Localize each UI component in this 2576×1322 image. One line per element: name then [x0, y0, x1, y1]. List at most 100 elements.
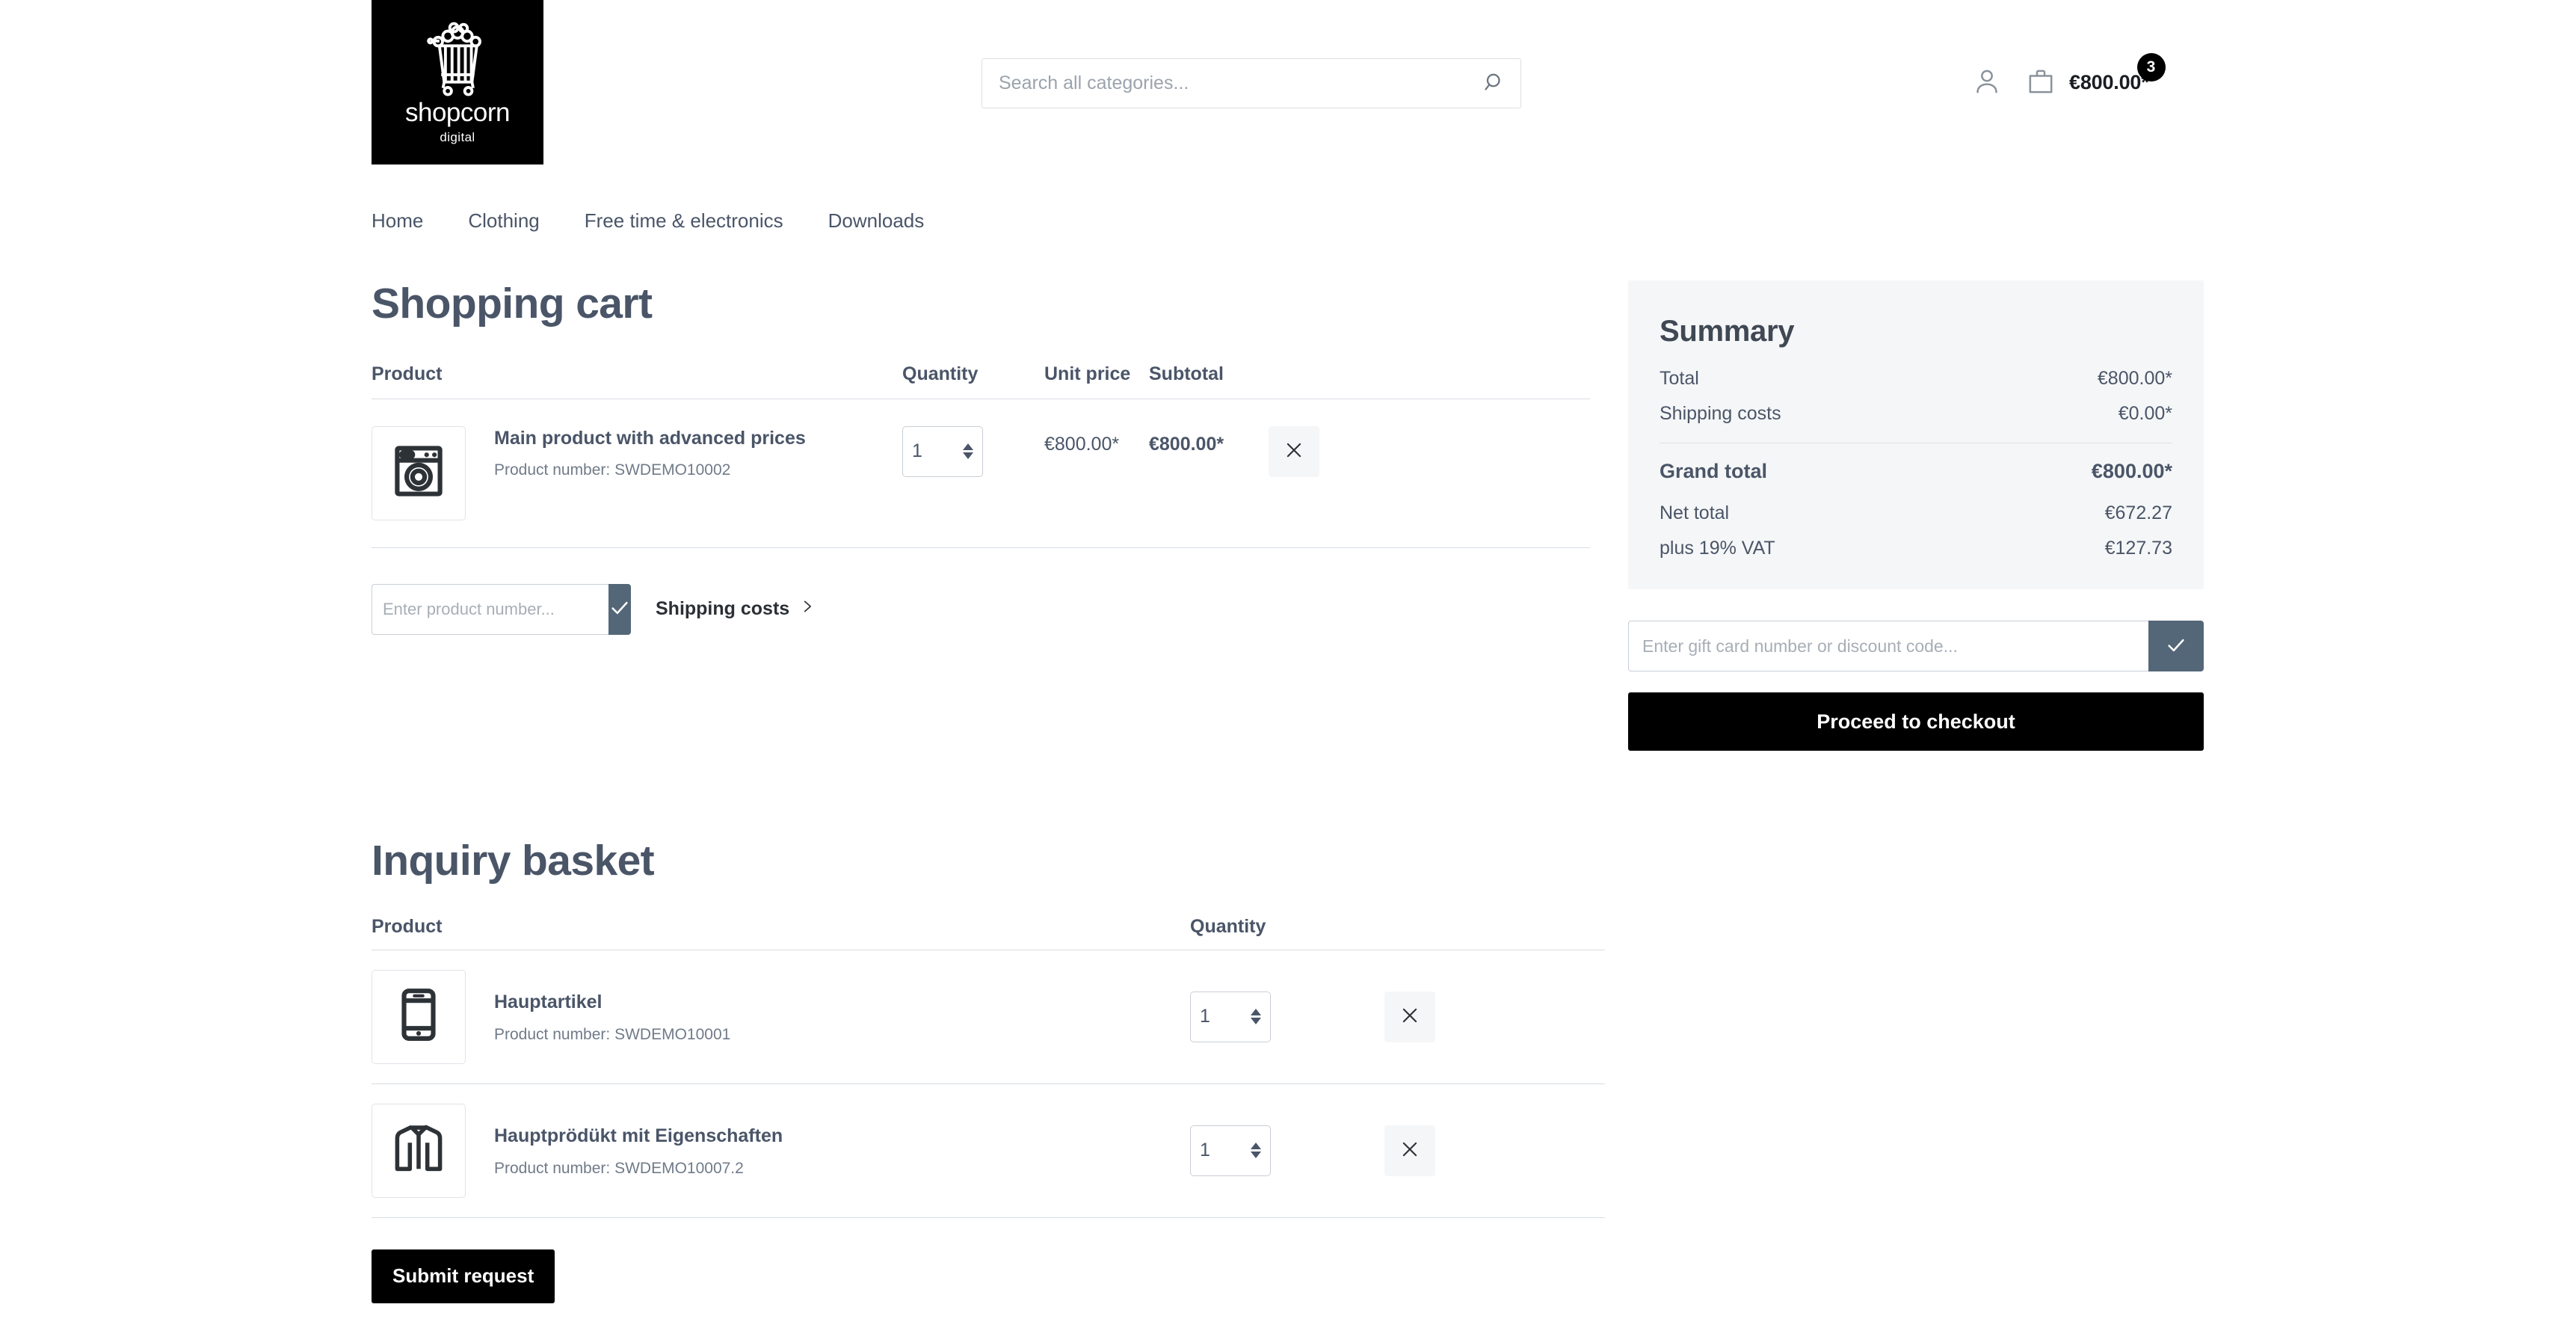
- close-icon: [1283, 439, 1305, 464]
- header-actions: €800.00* 3: [1972, 52, 2166, 106]
- shopping-cart-page: shopcorn digital Search all categories..…: [0, 0, 2576, 1322]
- proceed-to-checkout-button[interactable]: Proceed to checkout: [1628, 692, 2204, 751]
- summary-total-label: Total: [1660, 368, 1699, 389]
- shopping-cart-section: Shopping cart Product Quantity Unit pric…: [372, 280, 1590, 635]
- add-product-submit-button[interactable]: [608, 583, 631, 635]
- shopping-cart-title: Shopping cart: [372, 280, 653, 328]
- search-bar[interactable]: [982, 58, 1521, 108]
- product-number: Product number: SWDEMO10001: [494, 1025, 731, 1043]
- quantity-stepper[interactable]: 1: [1190, 1125, 1271, 1176]
- unit-price: €800.00*: [1044, 433, 1120, 455]
- remove-item-button[interactable]: [1269, 425, 1319, 477]
- cart-table-header: Product Quantity Unit price Subtotal: [372, 363, 1590, 399]
- search-button[interactable]: [1468, 59, 1520, 108]
- nav-item-free-time-electronics[interactable]: Free time & electronics: [585, 209, 828, 233]
- nav-item-home[interactable]: Home: [372, 209, 468, 233]
- summary-row-net-total: Net total €672.27: [1660, 502, 2172, 524]
- jacket-icon: [389, 1119, 448, 1181]
- search-input[interactable]: [982, 59, 1468, 108]
- quantity-value: 1: [1200, 1140, 1210, 1161]
- cart-col-subtotal: Subtotal: [1149, 363, 1224, 384]
- logo-tagline: digital: [440, 129, 475, 144]
- search-icon: [1483, 71, 1506, 96]
- popcorn-cart-icon: [419, 22, 496, 96]
- discount-code-input[interactable]: [1628, 621, 2148, 671]
- product-number: Product number: SWDEMO10002: [494, 461, 731, 479]
- summary-row-vat: plus 19% VAT €127.73: [1660, 538, 2172, 559]
- cart-row: Main product with advanced prices Produc…: [372, 399, 1590, 548]
- inquiry-row: Hauptprödükt mit Eigenschaften Product n…: [372, 1084, 1605, 1218]
- inquiry-table-header: Product Quantity: [372, 916, 1605, 950]
- shipping-costs-label: Shipping costs: [656, 598, 790, 620]
- inquiry-basket-title: Inquiry basket: [372, 837, 655, 885]
- summary-vat-label: plus 19% VAT: [1660, 538, 1775, 559]
- chevron-updown-icon: [1251, 1009, 1261, 1025]
- summary-grand-total-value: €800.00*: [2091, 460, 2172, 482]
- remove-item-button[interactable]: [1384, 1125, 1435, 1176]
- account-button[interactable]: [1972, 67, 2002, 99]
- product-name-link[interactable]: Hauptartikel: [494, 992, 602, 1012]
- smartphone-icon: [389, 986, 448, 1048]
- summary-card: Summary Total €800.00* Shipping costs €0…: [1628, 280, 2204, 589]
- close-icon: [1399, 1004, 1421, 1029]
- summary-vat-value: €127.73: [2104, 538, 2172, 559]
- main-navigation: Home Clothing Free time & electronics Do…: [372, 209, 969, 233]
- submit-request-button[interactable]: Submit request: [372, 1249, 555, 1303]
- apply-discount-button[interactable]: [2148, 621, 2204, 671]
- remove-item-button[interactable]: [1384, 991, 1435, 1042]
- check-icon: [608, 597, 631, 621]
- user-icon: [1972, 67, 2002, 99]
- product-name-link[interactable]: Hauptprödükt mit Eigenschaften: [494, 1125, 783, 1146]
- chevron-updown-icon: [1251, 1143, 1261, 1159]
- cart-tools: Shipping costs: [372, 583, 1590, 635]
- site-logo[interactable]: shopcorn digital: [372, 0, 543, 165]
- quantity-value: 1: [912, 440, 922, 462]
- cart-col-quantity: Quantity: [902, 363, 979, 384]
- product-thumbnail[interactable]: [372, 425, 466, 520]
- cart-item-count-badge: 3: [2136, 52, 2166, 82]
- logo-wordmark: shopcorn: [405, 97, 510, 127]
- summary-row-total: Total €800.00*: [1660, 368, 2172, 390]
- summary-total-value: €800.00*: [2097, 368, 2172, 389]
- cart-col-unit-price: Unit price: [1044, 363, 1131, 384]
- chevron-updown-icon: [963, 443, 973, 460]
- inquiry-basket-section: Inquiry basket Product Quantity Hauptart…: [372, 837, 1605, 1303]
- product-name-link[interactable]: Main product with advanced prices: [494, 428, 806, 449]
- product-thumbnail[interactable]: [372, 969, 466, 1064]
- site-header: shopcorn digital Search all categories..…: [0, 0, 2576, 183]
- quantity-stepper[interactable]: 1: [1190, 991, 1271, 1042]
- quantity-stepper[interactable]: 1: [902, 425, 983, 477]
- inquiry-quantity-cell: 1: [1190, 991, 1384, 1042]
- product-thumbnail[interactable]: [372, 1103, 466, 1198]
- summary-net-total-value: €672.27: [2104, 502, 2172, 523]
- inquiry-row: Hauptartikel Product number: SWDEMO10001…: [372, 950, 1605, 1084]
- product-number: Product number: SWDEMO10007.2: [494, 1159, 744, 1177]
- summary-section: Summary Total €800.00* Shipping costs €0…: [1628, 280, 2204, 751]
- cart-quantity-cell: 1: [902, 425, 1044, 477]
- quantity-value: 1: [1200, 1006, 1210, 1027]
- summary-shipping-label: Shipping costs: [1660, 403, 1781, 424]
- shipping-costs-link[interactable]: Shipping costs: [656, 598, 815, 620]
- cart-total-amount: €800.00*: [2069, 70, 2149, 93]
- discount-form: [1628, 621, 2204, 671]
- washing-machine-icon: [389, 442, 448, 504]
- summary-shipping-value: €0.00*: [2118, 403, 2172, 424]
- cart-button[interactable]: €800.00* 3: [2026, 52, 2166, 99]
- add-product-form: [372, 583, 631, 635]
- summary-grand-total-label: Grand total: [1660, 460, 1768, 482]
- cart-col-product: Product: [372, 363, 443, 384]
- summary-net-total-label: Net total: [1660, 502, 1730, 523]
- close-icon: [1399, 1138, 1421, 1163]
- inquiry-col-quantity: Quantity: [1190, 915, 1266, 937]
- chevron-right-icon: [800, 598, 815, 620]
- summary-row-grand-total: Grand total €800.00*: [1660, 460, 2172, 483]
- check-icon: [2165, 634, 2187, 659]
- inquiry-quantity-cell: 1: [1190, 1125, 1384, 1176]
- product-number-input[interactable]: [372, 583, 608, 635]
- summary-title: Summary: [1660, 315, 1795, 348]
- nav-item-clothing[interactable]: Clothing: [468, 209, 584, 233]
- nav-item-downloads[interactable]: Downloads: [828, 209, 970, 233]
- row-subtotal: €800.00*: [1149, 433, 1224, 455]
- inquiry-col-product: Product: [372, 915, 443, 937]
- summary-row-shipping: Shipping costs €0.00*: [1660, 403, 2172, 425]
